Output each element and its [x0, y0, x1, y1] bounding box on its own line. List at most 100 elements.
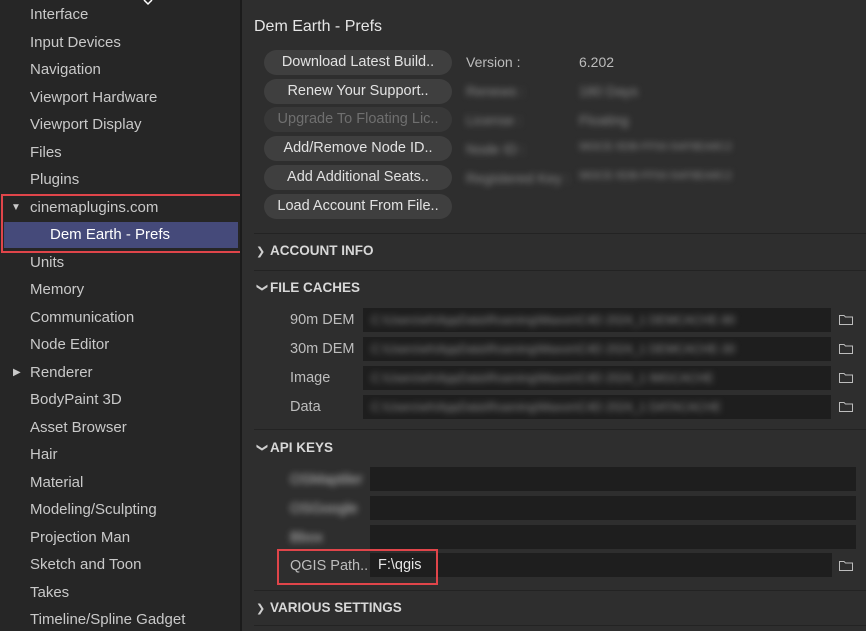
folder-icon[interactable]: [839, 314, 853, 325]
sidebar-item-label: Sketch and Toon: [30, 556, 142, 573]
sidebar-item-label: Node Editor: [30, 336, 110, 353]
section-various-settings[interactable]: ❯ VARIOUS SETTINGS: [256, 597, 402, 619]
registered-key-label: Registered Key :: [466, 170, 570, 186]
chevron-down-icon: ❯: [256, 443, 268, 453]
sidebar-item-renderer[interactable]: ▶ Renderer: [0, 359, 240, 386]
sidebar-item-label: Memory: [30, 281, 85, 298]
cache-30m-label: 30m DEM: [290, 341, 355, 357]
version-label: Version :: [466, 54, 521, 70]
field-value: C:\Users\eh\AppData\Roaming\Maxon\C4D 20…: [371, 400, 722, 414]
cache-data-label: Data: [290, 399, 321, 415]
cache-image-field[interactable]: C:\Users\eh\AppData\Roaming\Maxon\C4D 20…: [363, 366, 831, 390]
sidebar-item-input-devices[interactable]: Input Devices: [0, 29, 240, 56]
sidebar-item-label: Input Devices: [30, 34, 121, 51]
sidebar-item-label: Units: [30, 254, 65, 271]
api-key-field[interactable]: [370, 525, 856, 549]
sidebar-item-label: Dem Earth - Prefs: [50, 226, 171, 243]
preferences-sidebar: Interface Input Devices Navigation Viewp…: [0, 0, 240, 631]
sidebar-item-viewport-display[interactable]: Viewport Display: [0, 111, 240, 138]
chevron-right-icon: ❯: [256, 246, 266, 258]
sidebar-item-takes[interactable]: Takes: [0, 579, 240, 606]
sidebar-item-dem-earth-prefs[interactable]: Dem Earth - Prefs: [4, 222, 238, 248]
api-key-field[interactable]: [370, 496, 856, 520]
sidebar-item-label: BodyPaint 3D: [30, 391, 122, 408]
section-account-info[interactable]: ❯ ACCOUNT INFO: [256, 240, 374, 262]
add-additional-seats-button[interactable]: Add Additional Seats..: [264, 165, 452, 190]
sidebar-item-sketch-and-toon[interactable]: Sketch and Toon: [0, 551, 240, 578]
sidebar-item-viewport-hardware[interactable]: Viewport Hardware: [0, 84, 240, 111]
api-key-label: Bbox: [290, 530, 324, 546]
sidebar-item-hair[interactable]: Hair: [0, 441, 240, 468]
prefs-panel: Dem Earth - Prefs Download Latest Build.…: [242, 0, 866, 631]
renews-value: 180 Days: [579, 83, 639, 99]
field-value: C:\Users\eh\AppData\Roaming\Maxon\C4D 20…: [371, 371, 714, 385]
cache-data-field[interactable]: C:\Users\eh\AppData\Roaming\Maxon\C4D 20…: [363, 395, 831, 419]
folder-icon[interactable]: [839, 343, 853, 354]
folder-icon[interactable]: [839, 560, 853, 571]
qgis-path-field[interactable]: F:\qgis: [370, 553, 832, 577]
field-value: C:\Users\eh\AppData\Roaming\Maxon\C4D 20…: [371, 313, 736, 327]
qgis-path-label: QGIS Path..: [290, 558, 369, 574]
version-value: 6.202: [579, 54, 615, 70]
sidebar-item-label: Projection Man: [30, 529, 131, 546]
sidebar-item-files[interactable]: Files: [0, 139, 240, 166]
sidebar-item-node-editor[interactable]: Node Editor: [0, 331, 240, 358]
upgrade-floating-license-button: Upgrade To Floating Lic..: [264, 107, 452, 132]
page-title: Dem Earth - Prefs: [254, 18, 383, 35]
cache-90m-field[interactable]: C:\Users\eh\AppData\Roaming\Maxon\C4D 20…: [363, 308, 831, 332]
field-value: C:\Users\eh\AppData\Roaming\Maxon\C4D 20…: [371, 342, 736, 356]
api-key-label: OSGoogle: [290, 501, 358, 517]
cache-30m-field[interactable]: C:\Users\eh\AppData\Roaming\Maxon\C4D 20…: [363, 337, 831, 361]
section-title: FILE CACHES: [270, 280, 361, 295]
sidebar-item-label: Hair: [30, 446, 58, 463]
sidebar-item-label: Communication: [30, 309, 135, 326]
sidebar-item-label: Renderer: [30, 364, 93, 381]
sidebar-item-plugins[interactable]: Plugins: [0, 166, 240, 193]
mouse-cursor-icon: [143, 0, 153, 6]
license-value: Floating: [579, 112, 629, 128]
collapsed-arrow-icon[interactable]: ▶: [13, 359, 21, 386]
sidebar-item-bodypaint-3d[interactable]: BodyPaint 3D: [0, 386, 240, 413]
node-id-value: 983CE-5DB-FF00-5AF8EA8C2: [579, 141, 732, 153]
download-latest-build-button[interactable]: Download Latest Build..: [264, 50, 452, 75]
folder-icon[interactable]: [839, 401, 853, 412]
chevron-right-icon: ❯: [256, 603, 266, 615]
sidebar-item-label: Takes: [30, 584, 70, 601]
sidebar-item-label: Files: [30, 144, 62, 161]
sidebar-item-communication[interactable]: Communication: [0, 304, 240, 331]
sidebar-item-navigation[interactable]: Navigation: [0, 56, 240, 83]
add-remove-node-id-button[interactable]: Add/Remove Node ID..: [264, 136, 452, 161]
sidebar-item-memory[interactable]: Memory: [0, 276, 240, 303]
section-title: VARIOUS SETTINGS: [270, 600, 402, 615]
section-divider: [254, 625, 866, 626]
section-divider: [254, 270, 866, 271]
section-file-caches[interactable]: ❯ FILE CACHES: [256, 277, 360, 299]
expanded-arrow-icon[interactable]: ▼: [11, 194, 21, 221]
registered-key-value: 983CE-5DB-FF00-5AF8EA8C2: [579, 170, 732, 182]
load-account-from-file-button[interactable]: Load Account From File..: [264, 194, 452, 219]
section-api-keys[interactable]: ❯ API KEYS: [256, 437, 333, 459]
section-title: ACCOUNT INFO: [270, 243, 374, 258]
sidebar-item-projection-man[interactable]: Projection Man: [0, 524, 240, 551]
sidebar-item-label: Material: [30, 474, 84, 491]
api-key-field[interactable]: [370, 467, 856, 491]
sidebar-item-label: Viewport Display: [30, 116, 142, 133]
section-divider: [254, 233, 866, 234]
section-divider: [254, 590, 866, 591]
renew-support-button[interactable]: Renew Your Support..: [264, 79, 452, 104]
chevron-down-icon: ❯: [256, 283, 268, 293]
sidebar-item-cinemaplugins[interactable]: ▼ cinemaplugins.com: [0, 194, 240, 221]
sidebar-item-material[interactable]: Material: [0, 469, 240, 496]
sidebar-item-modeling-sculpting[interactable]: Modeling/Sculpting: [0, 496, 240, 523]
folder-icon[interactable]: [839, 372, 853, 383]
sidebar-item-units[interactable]: Units: [0, 249, 240, 276]
sidebar-item-timeline-spline-gadget[interactable]: Timeline/Spline Gadget: [0, 606, 240, 631]
section-divider: [254, 429, 866, 430]
sidebar-item-asset-browser[interactable]: Asset Browser: [0, 414, 240, 441]
sidebar-item-interface[interactable]: Interface: [0, 1, 240, 28]
license-label: License :: [466, 112, 523, 128]
cache-90m-label: 90m DEM: [290, 312, 355, 328]
sidebar-item-label: Asset Browser: [30, 419, 127, 436]
sidebar-item-label: cinemaplugins.com: [30, 199, 159, 216]
sidebar-item-label: Modeling/Sculpting: [30, 501, 157, 518]
